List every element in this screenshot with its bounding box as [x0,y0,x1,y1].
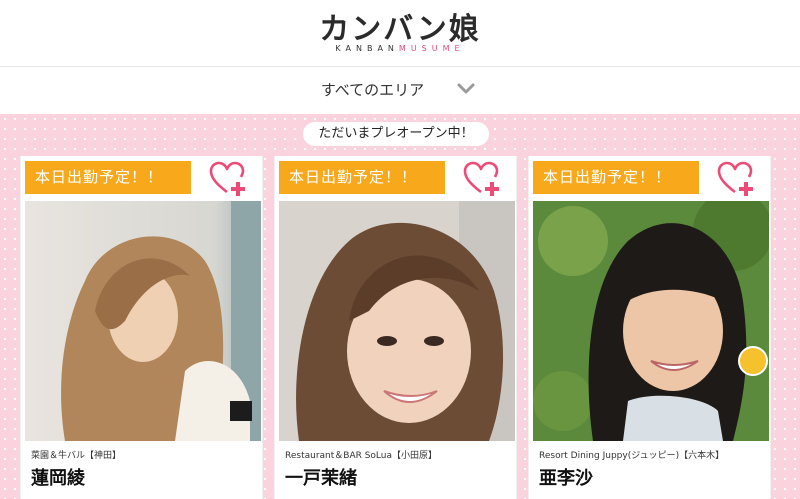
pre-open-notice: ただいまプレオープン中！ [303,122,489,146]
staff-name[interactable]: 亜李沙 [539,464,593,490]
area-selector[interactable]: すべてのエリア [0,67,800,114]
site-header: カンバン娘 KANBANMUSUME [0,0,800,67]
staff-photo[interactable] [25,201,261,441]
heart-plus-icon[interactable] [717,161,757,197]
chevron-down-icon[interactable] [456,81,476,97]
attendance-badge: 本日出勤予定！！ [533,161,699,194]
area-selector-label[interactable]: すべてのエリア [0,79,745,100]
logo-subtitle-musume: MUSUME [398,44,465,53]
shop-name: Resort Dining Juppy(ジュッピー)【六本木】 [539,451,725,461]
staff-card[interactable]: 本日出勤予定！！ 菜園＆牛バル【神田】 蓮岡綾 [20,156,263,499]
staff-name[interactable]: 一戸茉緒 [285,464,357,490]
staff-card[interactable]: 本日出勤予定！！ Restaurant＆BAR SoLua【小田原】 一戸茉緒 [274,156,517,499]
attendance-badge: 本日出勤予定！！ [25,161,191,194]
staff-name[interactable]: 蓮岡綾 [31,464,85,490]
heart-plus-icon[interactable] [209,161,249,197]
heart-plus-icon[interactable] [463,161,503,197]
logo-subtitle-kanban: KANBAN [335,44,399,53]
attendance-badge: 本日出勤予定！！ [279,161,445,194]
staff-photo[interactable] [533,201,769,441]
content-area: ただいまプレオープン中！ 本日出勤予定！！ 菜園＆牛バル【神田】 蓮岡綾 本日出… [0,114,800,499]
logo-subtitle: KANBANMUSUME [0,44,800,53]
shop-name: 菜園＆牛バル【神田】 [31,451,122,461]
site-logo[interactable]: カンバン娘 [0,4,800,48]
shop-name: Restaurant＆BAR SoLua【小田原】 [285,451,438,461]
staff-card[interactable]: 本日出勤予定！！ Resort Dining Juppy(ジュッピー)【六本木】… [528,156,771,499]
staff-photo[interactable] [279,201,515,441]
